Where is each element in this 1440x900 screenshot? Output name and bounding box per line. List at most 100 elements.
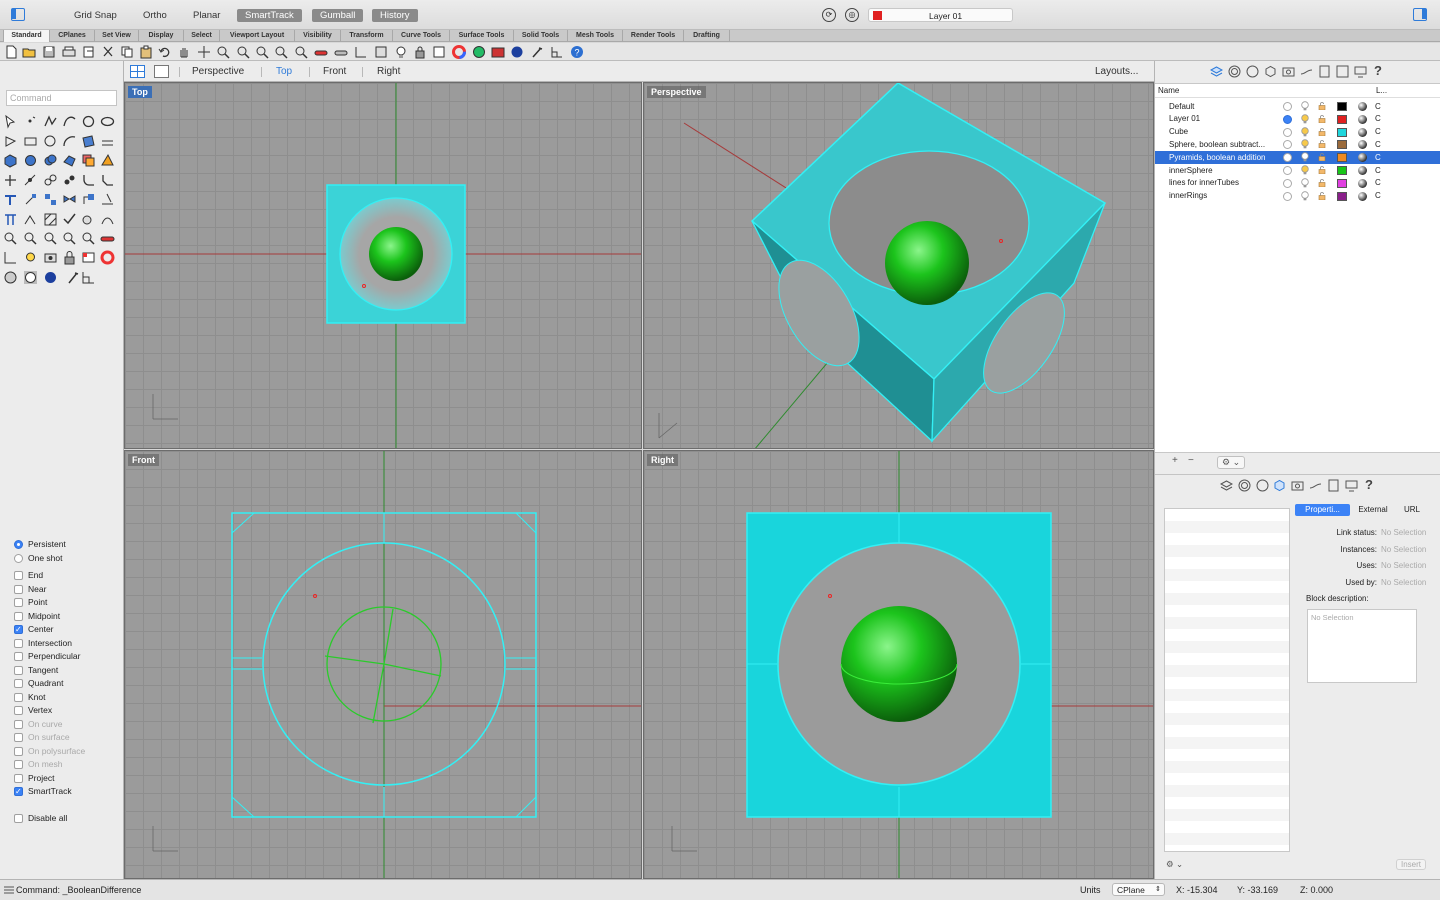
material-sphere-icon[interactable] [1358,114,1367,124]
current-layer-radio[interactable] [1283,178,1292,188]
paste-icon[interactable] [139,45,153,59]
segment-properties[interactable]: Properti... [1295,504,1350,516]
group-icon[interactable] [62,173,77,188]
move-icon[interactable] [3,192,18,207]
mirror-icon[interactable] [62,192,77,207]
undo-view-icon[interactable] [294,45,308,59]
current-layer-radio[interactable] [1283,127,1292,137]
camera-panel-icon[interactable] [1282,65,1295,78]
viewport-tab-right[interactable]: Right [377,66,400,77]
camera-panel-icon[interactable] [1291,479,1304,492]
visibility-bulb-icon[interactable] [1301,139,1309,149]
lights-icon[interactable] [1300,65,1313,78]
tab-visibility[interactable]: Visibility [295,30,341,42]
vehicle-icon[interactable] [100,231,115,246]
visibility-bulb-icon[interactable] [1301,190,1309,201]
material-sphere-icon[interactable] [1358,153,1367,163]
sphere-group-icon[interactable] [23,153,38,168]
material-sphere-icon[interactable] [1358,140,1367,150]
cplane-select[interactable]: CPlane ⇕ [1112,883,1165,896]
environment-icon[interactable] [1246,65,1259,78]
snap-tool-icon[interactable] [81,270,96,285]
display-panel-icon[interactable] [1345,479,1358,492]
tab-drafting[interactable]: Drafting [684,30,730,42]
layer-row[interactable]: innerSphere C [1155,164,1440,177]
grid-icon[interactable] [354,45,368,59]
column-header-linetype[interactable]: L... [1376,86,1387,95]
new-file-icon[interactable] [4,45,18,59]
light-bulb-icon[interactable] [394,45,408,59]
zoom-selected-icon[interactable] [274,45,288,59]
display-panel-icon[interactable] [1354,65,1367,78]
explode-icon[interactable] [100,153,115,168]
viewport-title-right[interactable]: Right [647,454,678,466]
display-grid-icon[interactable] [3,250,18,265]
material-sphere-icon[interactable] [1358,102,1367,111]
color-wheel-icon[interactable] [452,45,466,59]
planar-toggle[interactable]: Planar [193,10,220,21]
viewport-title-top[interactable]: Top [128,86,152,98]
named-views-icon[interactable] [81,231,96,246]
lock-icon[interactable] [1318,102,1326,110]
layer-row[interactable]: Sphere, boolean subtract... C [1155,138,1440,151]
command-input[interactable]: Command [6,90,117,106]
layer-name[interactable]: lines for innerTubes [1169,178,1279,187]
text-icon[interactable] [23,212,38,227]
tab-mesh-tools[interactable]: Mesh Tools [568,30,623,42]
light-icon[interactable] [23,250,38,265]
notes-icon[interactable] [1318,65,1331,78]
current-layer-radio[interactable] [1283,140,1292,150]
lock-object-icon[interactable] [62,250,77,265]
circle-center-icon[interactable] [81,114,96,129]
material-sphere-icon[interactable] [1358,178,1367,188]
current-layer-radio[interactable] [1283,114,1292,124]
properties-tool-icon[interactable] [81,250,96,265]
zoom-target-icon[interactable] [62,231,77,246]
layer-color-swatch[interactable] [1337,127,1347,137]
box-icon[interactable] [3,153,18,168]
viewport-tab-top[interactable]: Top [276,66,292,77]
polygon-icon[interactable] [3,134,18,149]
linetype-cell[interactable]: C [1375,178,1381,187]
history-toggle[interactable]: History [372,9,418,22]
current-layer-radio[interactable] [1283,153,1292,163]
material-sphere-icon[interactable] [472,45,486,59]
layers-icon[interactable] [1220,479,1233,492]
split-icon[interactable] [23,173,38,188]
right-sidebar-toggle-icon[interactable] [1413,8,1427,21]
snap-grid-icon[interactable] [550,45,564,59]
open-file-icon[interactable] [22,45,36,59]
single-viewport-layout-icon[interactable] [154,65,169,78]
block-description-field[interactable]: No Selection [1307,609,1417,683]
dimension-icon[interactable] [3,212,18,227]
wireframe-car-icon[interactable] [334,45,348,59]
tab-surface-tools[interactable]: Surface Tools [450,30,514,42]
linetype-cell[interactable]: C [1375,191,1381,200]
cplane-icon[interactable] [374,45,388,59]
column-header-name[interactable]: Name [1158,86,1179,95]
visibility-bulb-icon[interactable] [1301,126,1309,137]
layer-color-swatch[interactable] [1337,166,1347,175]
viewport-top[interactable]: Top [124,82,642,449]
command-history-icon[interactable] [4,886,14,894]
trim-icon[interactable] [3,173,18,188]
materials-icon[interactable] [1238,479,1251,492]
viewport-right[interactable]: Right [643,450,1154,879]
layer-name[interactable]: Layer 01 [1169,114,1279,123]
tab-standard[interactable]: Standard [3,30,50,42]
layer-options-gear-button[interactable]: ⚙ ⌄ [1217,456,1246,469]
material-sphere-icon[interactable] [1358,166,1367,175]
tab-set-view[interactable]: Set View [95,30,139,42]
viewport-title-perspective[interactable]: Perspective [647,86,706,98]
render-panel-icon[interactable] [1336,65,1349,78]
circle-icon[interactable] [43,134,58,149]
arc-icon[interactable] [62,134,77,149]
rotate-view-icon[interactable] [197,45,211,59]
viewport-title-front[interactable]: Front [128,454,159,466]
polyline-icon[interactable] [43,114,58,129]
layer-name[interactable]: innerRings [1169,191,1279,200]
ortho-toggle[interactable]: Ortho [143,10,167,21]
print-icon[interactable] [62,45,76,59]
visibility-bulb-icon[interactable] [1301,152,1309,162]
pan-hand-icon[interactable] [177,45,191,59]
